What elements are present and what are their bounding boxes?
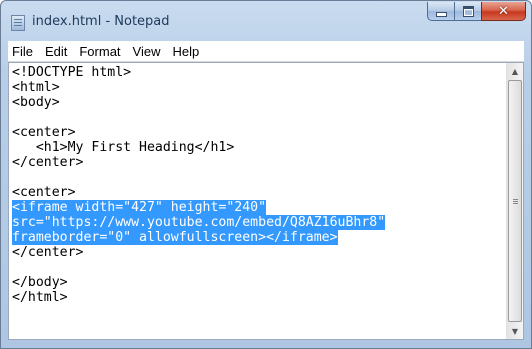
notepad-icon xyxy=(11,15,25,31)
text-line xyxy=(12,110,506,125)
line-text: </center> xyxy=(12,155,84,170)
line-text: </html> xyxy=(12,290,68,305)
maximize-button[interactable] xyxy=(454,2,481,21)
line-text: <center> xyxy=(12,185,76,200)
close-button[interactable]: ✕ xyxy=(481,2,526,21)
line-text: <html> xyxy=(12,80,60,95)
text-line: <center> xyxy=(12,185,506,200)
line-text: <body> xyxy=(12,95,60,110)
menu-edit[interactable]: Edit xyxy=(39,44,73,59)
text-line: <iframe width="427" height="240" xyxy=(12,200,506,215)
text-line: </center> xyxy=(12,245,506,260)
maximize-icon xyxy=(462,5,474,17)
title-bar[interactable]: index.html - Notepad ✕ xyxy=(1,1,531,41)
menu-view[interactable]: View xyxy=(127,44,167,59)
selected-text: frameborder="0" allowfullscreen></iframe… xyxy=(12,230,338,245)
line-text: <center> xyxy=(12,125,76,140)
menu-help[interactable]: Help xyxy=(166,44,205,59)
text-line: <center> xyxy=(12,125,506,140)
close-icon: ✕ xyxy=(498,3,509,19)
text-line: </body> xyxy=(12,275,506,290)
text-editor[interactable]: <!DOCTYPE html> <html> <body> <center> <h1>… xyxy=(8,62,524,340)
line-text: <!DOCTYPE html> xyxy=(12,65,132,80)
minimize-icon xyxy=(435,11,447,17)
text-line: </center> xyxy=(12,155,506,170)
caption-buttons: ✕ xyxy=(427,2,526,22)
line-text: </center> xyxy=(12,245,84,260)
line-text: <h1>My First Heading</h1> xyxy=(12,140,235,155)
menu-file[interactable]: File xyxy=(8,44,39,59)
text-line xyxy=(12,260,506,275)
text-line: frameborder="0" allowfullscreen></iframe… xyxy=(12,230,506,245)
text-line: <h1>My First Heading</h1> xyxy=(12,140,506,155)
text-line: <html> xyxy=(12,80,506,95)
scroll-thumb[interactable] xyxy=(508,80,522,322)
notepad-window: index.html - Notepad ✕ File Edit Format … xyxy=(0,0,532,349)
minimize-button[interactable] xyxy=(427,2,454,21)
text-line: <!DOCTYPE html> xyxy=(12,65,506,80)
line-text: </body> xyxy=(12,275,68,290)
menu-bar: File Edit Format View Help xyxy=(8,41,524,62)
scroll-up-icon[interactable]: ▲ xyxy=(507,63,523,79)
selected-text: <iframe width="427" height="240" xyxy=(12,200,267,215)
window-title: index.html - Notepad xyxy=(32,14,170,29)
menu-format[interactable]: Format xyxy=(73,44,126,59)
text-line: </html> xyxy=(12,290,506,305)
selected-text: src="https://www.youtube.com/embed/Q8AZ1… xyxy=(12,215,386,230)
text-line xyxy=(12,170,506,185)
scroll-down-icon[interactable]: ▼ xyxy=(507,323,523,339)
vertical-scrollbar[interactable]: ▲ ▼ xyxy=(506,63,523,339)
text-line: src="https://www.youtube.com/embed/Q8AZ1… xyxy=(12,215,506,230)
text-line: <body> xyxy=(12,95,506,110)
editor-text-area[interactable]: <!DOCTYPE html> <html> <body> <center> <h1>… xyxy=(9,63,506,339)
grip-icon xyxy=(513,201,518,202)
